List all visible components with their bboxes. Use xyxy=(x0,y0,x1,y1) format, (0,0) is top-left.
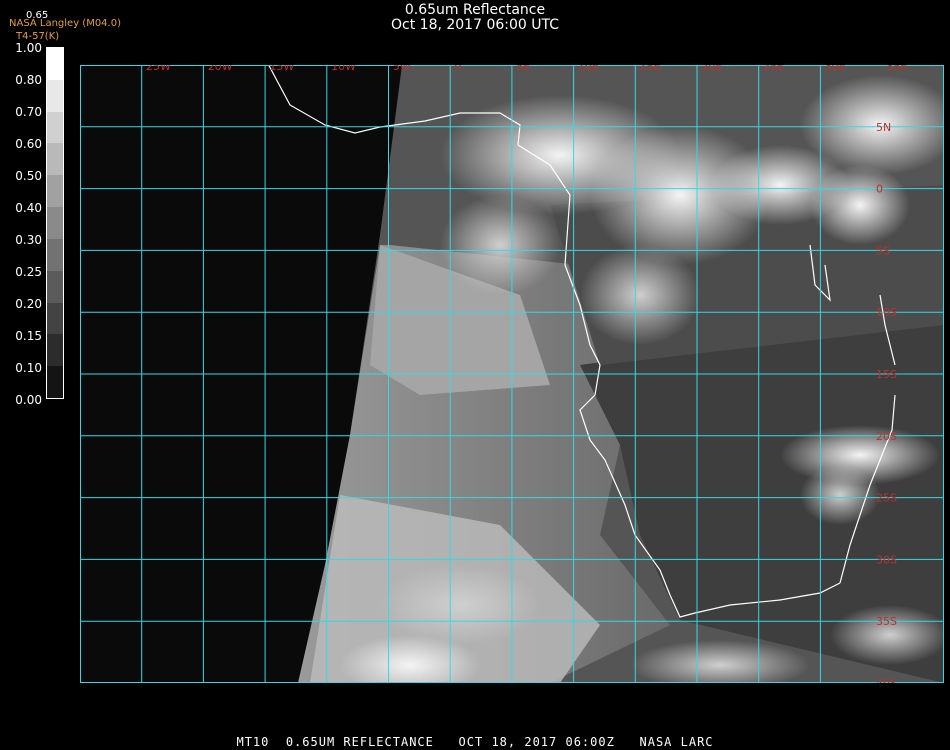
color-scale-step xyxy=(47,366,63,398)
color-scale-step xyxy=(47,334,63,367)
latitude-label: 35S xyxy=(876,615,897,628)
color-scale-step xyxy=(47,79,63,112)
longitude-label: 15W xyxy=(269,65,294,73)
color-scale-label: 0.80 xyxy=(15,73,42,87)
latitude-label: 20S xyxy=(876,430,897,443)
color-scale-label: 0.00 xyxy=(15,393,42,407)
color-scale-step xyxy=(47,111,63,144)
longitude-label: 5E xyxy=(516,65,530,73)
latitude-label: 0 xyxy=(876,183,883,196)
color-scale-label: 0.25 xyxy=(15,265,42,279)
color-scale-label: 0.60 xyxy=(15,137,42,151)
map-title: 0.65um Reflectance xyxy=(404,2,546,18)
color-scale-label: 0.70 xyxy=(15,105,42,119)
color-scale-step xyxy=(47,175,63,208)
latitude-label: 30S xyxy=(876,553,897,566)
longitude-label: 10W xyxy=(331,65,356,73)
color-scale-label: 0.10 xyxy=(15,361,42,375)
map-timestamp: Oct 18, 2017 06:00 UTC xyxy=(391,17,559,33)
color-scale-step xyxy=(47,302,63,335)
latitude-label: 40S xyxy=(876,677,897,683)
latitude-label: 25S xyxy=(876,492,897,505)
footer-caption: MT10 0.65UM REFLECTANCE OCT 18, 2017 06:… xyxy=(236,735,714,749)
color-scale-step xyxy=(47,143,63,176)
satellite-image-map: 25W 20W 15W 10W 5W 0 5E 10E 15E 20E 25E 30E 35E 5N 0 5S… xyxy=(80,65,944,683)
longitude-label: 25W xyxy=(146,65,171,73)
longitude-label: 0 xyxy=(455,65,462,73)
longitude-label: 15E xyxy=(640,65,661,73)
latitude-label: 5S xyxy=(876,244,890,257)
color-scale-step xyxy=(47,238,63,271)
map-canvas: 25W 20W 15W 10W 5W 0 5E 10E 15E 20E 25E 30E 35E 5N 0 5S… xyxy=(80,65,944,683)
org-label: NASA Langley (M04.0) xyxy=(9,18,121,29)
longitude-label: 20E xyxy=(701,65,722,73)
color-scale-label: 0.30 xyxy=(15,233,42,247)
color-scale-label: 0.20 xyxy=(15,297,42,311)
longitude-label: 5W xyxy=(393,65,411,73)
longitude-label: 25E xyxy=(763,65,784,73)
longitude-label: 10E xyxy=(578,65,599,73)
latitude-label: 10S xyxy=(876,306,897,319)
longitude-label: 20W xyxy=(208,65,233,73)
latitude-label: 5N xyxy=(876,121,891,134)
color-scale-bar xyxy=(46,47,64,399)
color-scale-step xyxy=(47,270,63,303)
color-scale-label: 0.40 xyxy=(15,201,42,215)
color-scale-step xyxy=(47,207,63,239)
longitude-label: 35E xyxy=(886,65,907,73)
latitude-label: 15S xyxy=(876,368,897,381)
longitude-label: 30E xyxy=(825,65,846,73)
color-scale-label: 0.50 xyxy=(15,169,42,183)
color-scale-label: 1.00 xyxy=(15,41,42,55)
color-scale-label: 0.15 xyxy=(15,329,42,343)
color-scale-step xyxy=(47,48,63,80)
